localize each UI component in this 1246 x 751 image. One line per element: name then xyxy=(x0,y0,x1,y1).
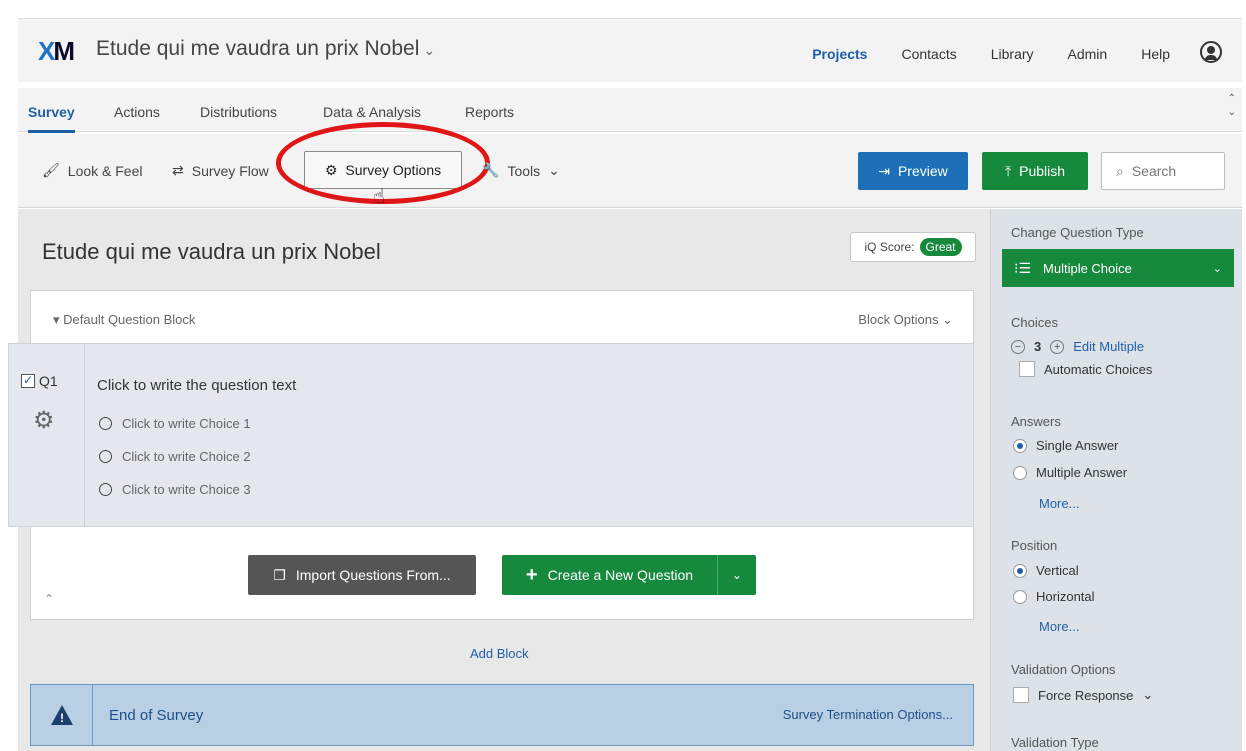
answers-more-link[interactable]: More... xyxy=(1039,496,1079,511)
xm-logo[interactable]: XM xyxy=(38,36,75,67)
automatic-choices-option[interactable]: Automatic Choices xyxy=(1019,361,1152,377)
nav-help[interactable]: Help xyxy=(1141,46,1170,62)
radio-unselected[interactable] xyxy=(1013,465,1027,480)
create-question-button[interactable]: + Create a New Question ⌄ xyxy=(502,555,756,595)
checkbox[interactable] xyxy=(1013,687,1029,703)
change-question-type-label: Change Question Type xyxy=(1011,225,1144,240)
chevron-up-icon[interactable]: ⌃ xyxy=(44,592,54,606)
search-icon: ⌕ xyxy=(1116,162,1124,179)
question-q1[interactable]: ✓ Q1 ⚙ Click to write the question text … xyxy=(8,343,974,527)
tab-actions[interactable]: Actions xyxy=(114,104,160,120)
tab-scroll-arrows[interactable]: ⌃ ⌄ xyxy=(1228,92,1236,120)
radio-icon xyxy=(99,450,112,463)
choice-3[interactable]: Click to write Choice 3 xyxy=(99,482,251,497)
position-more-link[interactable]: More... xyxy=(1039,619,1079,634)
project-title: Etude qui me vaudra un prix Nobel xyxy=(96,37,420,60)
chevron-down-icon: ⌄ xyxy=(548,162,560,178)
nav-contacts[interactable]: Contacts xyxy=(901,46,956,62)
minus-icon[interactable]: − xyxy=(1011,339,1025,354)
gear-icon[interactable]: ⚙ xyxy=(33,406,55,435)
project-title-dropdown[interactable]: Etude qui me vaudra un prix Nobel ⌄ xyxy=(96,37,435,61)
question-text[interactable]: Click to write the question text xyxy=(97,377,296,394)
radio-icon xyxy=(99,417,112,430)
import-questions-button[interactable]: ❐ Import Questions From... xyxy=(248,555,476,595)
tab-survey[interactable]: Survey xyxy=(28,104,75,133)
single-answer-option[interactable]: Single Answer xyxy=(1013,438,1118,453)
block-options-dropdown[interactable]: Block Options ⌄ xyxy=(858,312,953,328)
validation-options-label: Validation Options xyxy=(1011,662,1116,677)
tools-dropdown[interactable]: 🔧 Tools ⌄ xyxy=(482,162,560,179)
block-header: ▾ Default Question Block Block Options ⌄ xyxy=(31,291,973,345)
choices-count: 3 xyxy=(1034,339,1042,354)
hand-cursor-icon: ☝ xyxy=(373,186,386,208)
answers-label: Answers xyxy=(1011,414,1061,429)
nav-projects[interactable]: Projects xyxy=(812,46,867,62)
nav-library[interactable]: Library xyxy=(991,46,1034,62)
user-account-icon[interactable] xyxy=(1200,41,1222,63)
top-bar: XM Etude qui me vaudra un prix Nobel ⌄ Pr… xyxy=(18,18,1242,82)
iq-score-badge[interactable]: iQ Score: Great xyxy=(850,232,976,262)
chevron-down-icon[interactable]: ⌄ xyxy=(718,568,756,582)
survey-termination-options-link[interactable]: Survey Termination Options... xyxy=(783,707,953,722)
edit-multiple-link[interactable]: Edit Multiple xyxy=(1073,339,1144,354)
chevron-down-icon[interactable]: ⌄ xyxy=(1142,687,1153,703)
position-label: Position xyxy=(1011,538,1058,553)
multiple-answer-option[interactable]: Multiple Answer xyxy=(1013,465,1127,480)
publish-button[interactable]: ⤒ Publish xyxy=(982,152,1088,190)
checkbox[interactable] xyxy=(1019,361,1035,377)
search-input[interactable]: ⌕ Search xyxy=(1101,152,1225,190)
iq-score-value: Great xyxy=(919,238,962,256)
add-block-link[interactable]: Add Block xyxy=(470,646,529,661)
preview-icon: ⇥ xyxy=(878,162,890,179)
gear-icon: ⚙ xyxy=(324,161,338,178)
wrench-icon: 🔧 xyxy=(482,162,500,178)
tab-data-analysis[interactable]: Data & Analysis xyxy=(323,104,421,120)
radio-unselected[interactable] xyxy=(1013,589,1027,604)
chevron-down-icon: ⌄ xyxy=(423,42,436,58)
question-sidebar: ✓ Q1 ⚙ xyxy=(9,344,85,526)
preview-button[interactable]: ⇥ Preview xyxy=(858,152,968,190)
question-number: Q1 xyxy=(39,373,58,389)
question-select-checkbox[interactable]: ✓ xyxy=(21,374,35,388)
end-of-survey-block[interactable]: ! End of Survey Survey Termination Optio… xyxy=(30,684,974,746)
choices-stepper: − 3 + Edit Multiple xyxy=(1011,339,1144,354)
survey-title[interactable]: Etude qui me vaudra un prix Nobel xyxy=(42,239,381,265)
vertical-option[interactable]: Vertical xyxy=(1013,563,1079,578)
survey-flow-button[interactable]: ⇄ Survey Flow xyxy=(172,162,269,179)
publish-icon: ⤒ xyxy=(1004,162,1012,179)
tab-reports[interactable]: Reports xyxy=(465,104,514,120)
shuffle-icon: ⇄ xyxy=(172,162,184,178)
tab-bar: Survey Actions Distributions Data & Anal… xyxy=(18,88,1242,133)
horizontal-option[interactable]: Horizontal xyxy=(1013,589,1095,604)
radio-selected[interactable] xyxy=(1013,438,1027,453)
look-feel-button[interactable]: 🖌 Look & Feel xyxy=(42,162,143,179)
block-collapse-toggle[interactable]: ▾ Default Question Block xyxy=(53,312,195,328)
validation-type-label: Validation Type xyxy=(1011,735,1099,750)
radio-selected[interactable] xyxy=(1013,563,1027,578)
choices-label: Choices xyxy=(1011,315,1058,330)
question-properties-panel: Change Question Type ⁝☰ Multiple Choice ⌄ … xyxy=(990,209,1242,751)
choice-1[interactable]: Click to write Choice 1 xyxy=(99,416,251,431)
chevron-down-icon: ⌄ xyxy=(1212,262,1222,275)
tab-distributions[interactable]: Distributions xyxy=(200,104,277,120)
nav-admin[interactable]: Admin xyxy=(1068,46,1108,62)
force-response-option[interactable]: Force Response ⌄ xyxy=(1013,687,1153,703)
list-icon: ⁝☰ xyxy=(1014,260,1032,276)
survey-toolbar: 🖌 Look & Feel ⇄ Survey Flow ⚙ Survey Option… xyxy=(18,122,1242,208)
plus-icon: + xyxy=(525,563,538,586)
choice-2[interactable]: Click to write Choice 2 xyxy=(99,449,251,464)
end-of-survey-label: End of Survey xyxy=(109,707,204,724)
plus-icon[interactable]: + xyxy=(1050,339,1065,354)
top-nav: Projects Contacts Library Admin Help xyxy=(778,41,1222,65)
paintbrush-icon: 🖌 xyxy=(42,162,60,178)
radio-icon xyxy=(99,483,112,496)
question-type-dropdown[interactable]: ⁝☰ Multiple Choice ⌄ xyxy=(1002,249,1234,287)
copy-icon: ❐ xyxy=(273,566,286,583)
